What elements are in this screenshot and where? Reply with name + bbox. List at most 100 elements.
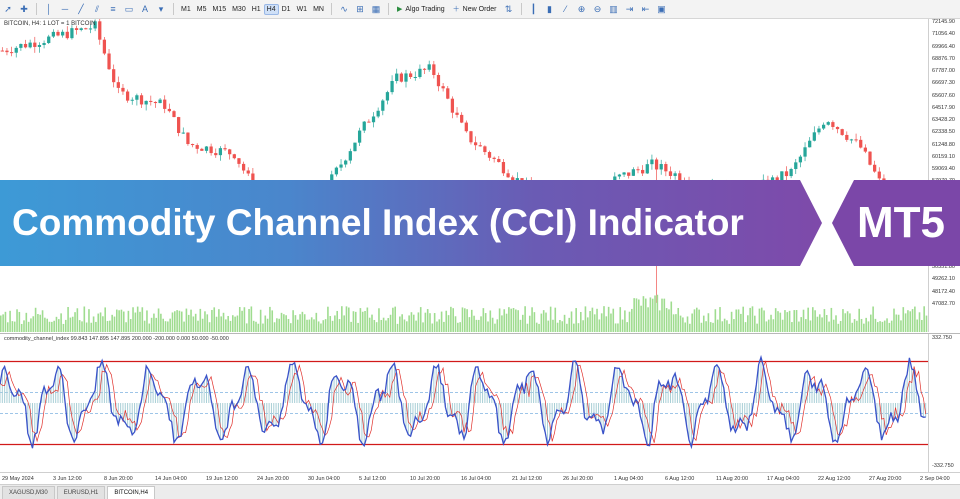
- cci-indicator-label: commodity_channel_index 99.843 147.895 1…: [4, 336, 229, 342]
- timeframe-d1-button[interactable]: D1: [279, 4, 294, 15]
- volume-bar: [236, 315, 239, 332]
- volume-bar: [835, 315, 837, 332]
- price-chart[interactable]: [0, 18, 928, 332]
- volume-bar: [672, 314, 675, 332]
- text-icon[interactable]: A: [138, 2, 152, 16]
- timeframe-h4-button[interactable]: H4: [263, 3, 279, 15]
- screenshot-icon[interactable]: ▣: [655, 2, 669, 16]
- volume-bar: [211, 309, 213, 332]
- volume-bar: [825, 314, 828, 332]
- candle-body: [487, 152, 492, 158]
- templates-icon[interactable]: ▦: [369, 2, 383, 16]
- timeframe-m1-button[interactable]: M1: [178, 4, 194, 15]
- candle-body: [204, 146, 209, 151]
- crosshair-icon[interactable]: ✚: [17, 2, 31, 16]
- candle-body: [186, 132, 190, 145]
- volume-bar: [524, 306, 526, 332]
- candle-body: [483, 146, 487, 153]
- trendline-icon[interactable]: ╱: [74, 2, 88, 16]
- chart-tab[interactable]: EURUSD,H1: [56, 486, 106, 499]
- timeframe-mn-button[interactable]: MN: [310, 4, 327, 15]
- volume-bar: [545, 312, 547, 332]
- volume-bar: [709, 322, 712, 332]
- volume-bar: [791, 322, 793, 332]
- cursor-icon[interactable]: ➚: [1, 2, 15, 16]
- scroll-chart-icon[interactable]: ⇥: [623, 2, 637, 16]
- candle-body: [79, 28, 83, 31]
- toolbar-separator: [330, 3, 332, 15]
- arrows-icon[interactable]: ▾: [154, 2, 168, 16]
- candle-body: [492, 157, 496, 159]
- timeframe-m5-button[interactable]: M5: [194, 4, 210, 15]
- volume-bar: [774, 308, 777, 332]
- horizontal-line-icon[interactable]: ─: [58, 2, 72, 16]
- zoom-in-icon[interactable]: ⊕: [575, 2, 589, 16]
- volume-bar: [174, 311, 176, 332]
- toolbar-separator: [36, 3, 37, 15]
- volume-bar: [208, 322, 211, 332]
- cci-indicator-panel[interactable]: [0, 334, 928, 472]
- algo-trading-icon: ▶: [396, 6, 403, 13]
- depth-of-market-icon[interactable]: ⇅: [502, 2, 516, 16]
- chart-tab[interactable]: BITCOIN,H4: [107, 486, 156, 499]
- volume-bar: [886, 318, 888, 332]
- vertical-line-icon[interactable]: │: [42, 2, 56, 16]
- chart-tab[interactable]: XAGUSD,M30: [2, 486, 55, 499]
- volume-bar: [638, 299, 640, 332]
- volume-bar: [255, 321, 257, 332]
- volume-bar: [16, 309, 18, 332]
- volume-bar: [410, 312, 413, 332]
- candle-body: [664, 164, 668, 172]
- volume-bar: [598, 319, 601, 332]
- volume-bar: [320, 323, 322, 332]
- volume-bar: [760, 307, 763, 332]
- chart-shift-icon[interactable]: ⇤: [639, 2, 653, 16]
- line-chart-icon[interactable]: ⁄: [559, 2, 573, 16]
- volume-bar: [728, 323, 731, 332]
- fibonacci-icon[interactable]: ≡: [106, 2, 120, 16]
- algo-trading-button[interactable]: ▶ Algo Trading: [396, 5, 445, 14]
- objects-icon[interactable]: ⊞: [353, 2, 367, 16]
- price-label: 48172.40: [932, 288, 955, 295]
- volume-bar: [180, 311, 183, 332]
- volume-bar: [663, 298, 666, 332]
- time-label: 21 Jul 12:00: [512, 476, 542, 482]
- candlestick-icon[interactable]: ▮: [543, 2, 557, 16]
- candle-body: [441, 86, 445, 89]
- volume-bar: [27, 321, 30, 332]
- volume-bar: [4, 311, 7, 332]
- volume-bar: [740, 313, 742, 332]
- time-label: 1 Aug 04:00: [614, 476, 644, 482]
- timeframe-m30-button[interactable]: M30: [229, 4, 249, 15]
- volume-bar: [582, 320, 584, 332]
- volume-bar: [452, 308, 454, 332]
- timeframe-w1-button[interactable]: W1: [294, 4, 311, 15]
- candle-body: [172, 111, 176, 118]
- volume-bar: [872, 306, 874, 332]
- indicators-icon[interactable]: ∿: [337, 2, 351, 16]
- volume-bar: [192, 316, 195, 332]
- timeframe-h1-button[interactable]: H1: [249, 4, 264, 15]
- volume-bar: [106, 320, 109, 332]
- channel-icon[interactable]: ⫽: [90, 2, 104, 16]
- bar-chart-icon[interactable]: ┃: [527, 2, 541, 16]
- volume-bar: [81, 321, 83, 332]
- price-label: 61248.80: [932, 141, 955, 148]
- time-label: 22 Aug 12:00: [818, 476, 851, 482]
- time-label: 29 May 2024: [2, 476, 34, 482]
- timeframe-m15-button[interactable]: M15: [209, 4, 229, 15]
- shapes-icon[interactable]: ▭: [122, 2, 136, 16]
- volume-bar: [313, 319, 315, 332]
- volume-bar: [336, 310, 338, 332]
- volume-bar: [278, 318, 280, 332]
- tile-windows-icon[interactable]: ▥: [607, 2, 621, 16]
- volume-bar: [496, 319, 499, 332]
- time-label: 19 Jun 12:00: [206, 476, 238, 482]
- zoom-out-icon[interactable]: ⊖: [591, 2, 605, 16]
- volume-bar: [294, 315, 297, 332]
- volume-bar: [262, 323, 264, 332]
- candle-body: [808, 140, 812, 148]
- new-order-button[interactable]: ＋ New Order: [453, 4, 497, 14]
- volume-bar: [828, 321, 830, 332]
- volume-bar: [315, 312, 318, 332]
